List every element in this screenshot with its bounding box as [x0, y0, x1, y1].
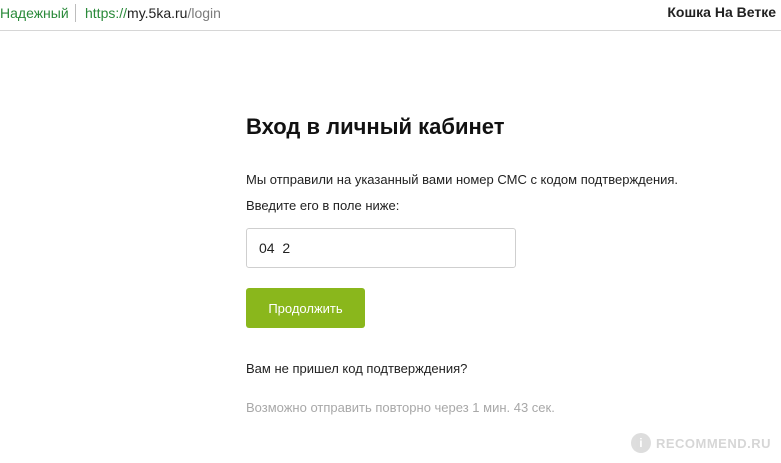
page: Надежный https://my.5ka.ru/login Кошка Н…	[0, 0, 781, 463]
page-title: Вход в личный кабинет	[246, 114, 505, 139]
url-path: /login	[187, 5, 221, 21]
url-field[interactable]: https://my.5ka.ru/login	[85, 5, 221, 21]
instruction-line-1: Мы отправили на указанный вами номер СМС…	[246, 172, 679, 187]
login-form: Вход в личный кабинет Мы отправили на ук…	[246, 114, 746, 416]
no-code-question: Вам не пришел код подтверждения?	[246, 361, 468, 376]
address-divider	[75, 4, 76, 22]
watermark-logo-icon: i	[630, 433, 651, 453]
resend-timer-text: Возможно отправить повторно через 1 мин.…	[246, 400, 555, 415]
sms-code-input[interactable]	[246, 228, 516, 268]
url-host: my.5ka.ru	[127, 5, 188, 21]
url-scheme: https://	[85, 5, 128, 21]
continue-button[interactable]: Продолжить	[246, 288, 365, 328]
browser-profile-name[interactable]: Кошка На Ветке	[667, 4, 776, 20]
watermark-text: RECOMMEND.RU	[655, 435, 771, 451]
instruction-line-2: Введите его в поле ниже:	[246, 198, 400, 213]
sms-instructions: Мы отправили на указанный вами номер СМС…	[246, 167, 746, 219]
secure-indicator[interactable]: Надежный	[0, 5, 69, 21]
browser-address-bar: Надежный https://my.5ka.ru/login Кошка Н…	[0, 0, 781, 31]
watermark: i RECOMMEND.RU	[630, 433, 771, 453]
